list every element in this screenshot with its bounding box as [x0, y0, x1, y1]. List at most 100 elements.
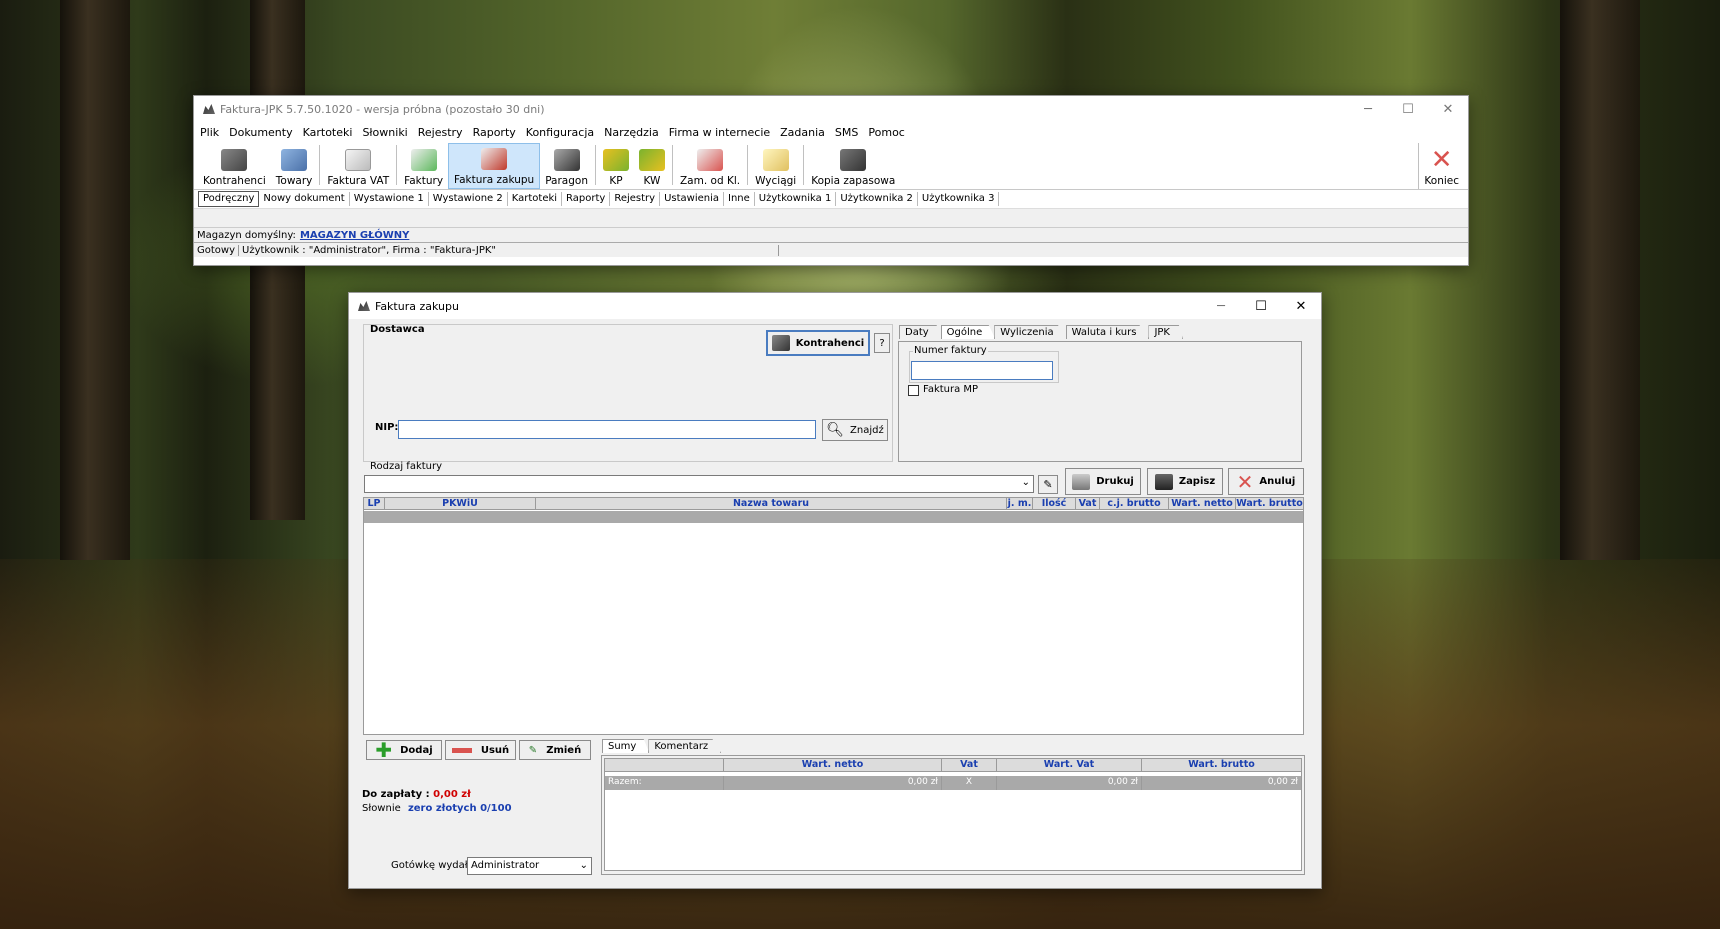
- people-icon: [771, 335, 790, 351]
- invoice-pen-icon: [345, 149, 372, 171]
- to-pay-row: Do zapłaty : 0,00 zł: [362, 789, 471, 800]
- subtab-kartoteki[interactable]: Kartoteki: [508, 192, 563, 206]
- items-grid: [363, 497, 1304, 735]
- menu-kartoteki[interactable]: Kartoteki: [303, 126, 353, 139]
- col-pkwiu[interactable]: PKWiU: [385, 498, 536, 509]
- subtab-inne[interactable]: Inne: [724, 192, 755, 206]
- faktura-mp-checkbox[interactable]: [908, 385, 919, 396]
- items-grid-row[interactable]: [364, 511, 1303, 523]
- subtab-wystawione-2[interactable]: Wystawione 2: [429, 192, 508, 206]
- plus-icon: ✚: [375, 738, 393, 762]
- items-grid-header: LP PKWiU Nazwa towaru j. m. Ilość Vat c.…: [363, 497, 1304, 510]
- col-ilosc[interactable]: Ilość: [1033, 498, 1076, 509]
- tab-ogolne[interactable]: Ogólne: [940, 325, 996, 339]
- subtab-uzytkownika-1[interactable]: Użytkownika 1: [755, 192, 837, 206]
- toolbar-separator: [396, 145, 398, 185]
- tool-towary[interactable]: Towary: [271, 143, 318, 189]
- tool-kontrahenci[interactable]: Kontrahenci: [198, 143, 271, 189]
- minimize-button[interactable]: ─: [1201, 293, 1241, 319]
- edit-invoice-type-button[interactable]: ✎: [1038, 475, 1058, 494]
- menu-firma[interactable]: Firma w internecie: [669, 126, 770, 139]
- menu-slowniki[interactable]: Słowniki: [362, 126, 407, 139]
- tab-daty[interactable]: Daty: [899, 325, 942, 339]
- sums-col-netto: Wart. netto: [724, 759, 942, 771]
- main-titlebar: Faktura-JPK 5.7.50.1020 - wersja próbna …: [194, 96, 1468, 122]
- menu-dokumenty[interactable]: Dokumenty: [229, 126, 292, 139]
- tool-kw[interactable]: KW: [634, 143, 670, 189]
- subtab-uzytkownika-3[interactable]: Użytkownika 3: [918, 192, 1000, 206]
- tool-faktury[interactable]: Faktury: [399, 143, 448, 189]
- menu-plik[interactable]: Plik: [200, 126, 219, 139]
- tool-kopia-zapasowa[interactable]: Kopia zapasowa: [806, 143, 900, 189]
- tool-faktura-zakupu[interactable]: Faktura zakupu: [448, 143, 541, 189]
- menu-pomoc[interactable]: Pomoc: [868, 126, 904, 139]
- tool-koniec[interactable]: ✕ Koniec: [1418, 143, 1464, 189]
- purchase-invoice-icon: [481, 148, 508, 170]
- people-icon: [221, 149, 248, 171]
- change-item-button[interactable]: ✎ Zmień: [519, 740, 591, 760]
- print-button[interactable]: Drukuj: [1065, 468, 1141, 495]
- invoice-number-input[interactable]: [911, 361, 1053, 380]
- menu-narzedzia[interactable]: Narzędzia: [604, 126, 659, 139]
- faktura-mp-label: Faktura MP: [923, 384, 979, 395]
- cash-label: Gotówkę wydał: [391, 860, 468, 871]
- close-button[interactable]: ✕: [1281, 293, 1321, 319]
- menu-sms[interactable]: SMS: [835, 126, 858, 139]
- cash-select[interactable]: Administrator ⌄: [467, 857, 592, 875]
- maximize-button[interactable]: ☐: [1241, 293, 1281, 319]
- exit-x-icon: ✕: [1430, 145, 1453, 175]
- subtab-raporty[interactable]: Raporty: [562, 192, 611, 206]
- col-cj-brutto[interactable]: c.j. brutto: [1100, 498, 1169, 509]
- tab-waluta-i-kurs[interactable]: Waluta i kurs: [1065, 325, 1150, 339]
- col-wart-brutto[interactable]: Wart. brutto: [1236, 498, 1303, 509]
- tab-sumy[interactable]: Sumy: [602, 739, 650, 753]
- tab-komentarz[interactable]: Komentarz: [648, 739, 722, 753]
- col-lp[interactable]: LP: [364, 498, 385, 509]
- menu-raporty[interactable]: Raporty: [473, 126, 516, 139]
- subtab-ustawienia[interactable]: Ustawienia: [660, 192, 725, 206]
- contractors-button[interactable]: Kontrahenci: [766, 330, 870, 356]
- sums-col-brutto: Wart. brutto: [1188, 759, 1255, 770]
- tool-zam-od-kl[interactable]: Zam. od Kl.: [675, 143, 745, 189]
- tab-wyliczenia[interactable]: Wyliczenia: [994, 325, 1067, 339]
- tab-jpk[interactable]: JPK: [1148, 325, 1183, 339]
- help-button[interactable]: ?: [874, 333, 890, 353]
- cancel-button[interactable]: ✕ Anuluj: [1228, 468, 1304, 495]
- warehouse-bar: Magazyn domyślny: MAGAZYN GŁÓWNY: [194, 227, 1468, 242]
- subtab-rejestry[interactable]: Rejestry: [610, 192, 661, 206]
- warehouse-link[interactable]: MAGAZYN GŁÓWNY: [300, 230, 409, 241]
- minimize-button[interactable]: ─: [1348, 96, 1388, 122]
- to-pay-label: Do zapłaty :: [362, 789, 430, 800]
- invoice-number-label: Numer faktury: [913, 345, 988, 356]
- toolbar-separator: [594, 145, 596, 185]
- sums-row: Razem: 0,00 zł X 0,00 zł 0,00 zł: [605, 776, 1301, 790]
- subtab-nowy-dokument[interactable]: Nowy dokument: [259, 192, 350, 206]
- subtab-podreczny[interactable]: Podręczny: [198, 191, 260, 207]
- col-nazwa-towaru[interactable]: Nazwa towaru: [536, 498, 1007, 509]
- col-jm[interactable]: j. m.: [1007, 498, 1033, 509]
- menu-rejestry[interactable]: Rejestry: [418, 126, 463, 139]
- find-button[interactable]: 🔍︎ Znajdź: [822, 419, 888, 441]
- tool-wyciagi[interactable]: Wyciągi: [750, 143, 801, 189]
- remove-item-button[interactable]: Usuń: [445, 740, 516, 760]
- menu-zadania[interactable]: Zadania: [780, 126, 825, 139]
- status-user: Użytkownik : "Administrator", Firma : "F…: [239, 244, 780, 256]
- invoice-type-select[interactable]: ⌄: [364, 475, 1034, 493]
- tool-kp[interactable]: KP: [598, 143, 634, 189]
- nip-input[interactable]: [398, 420, 816, 439]
- subtab-uzytkownika-2[interactable]: Użytkownika 2: [836, 192, 918, 206]
- subtab-wystawione-1[interactable]: Wystawione 1: [350, 192, 429, 206]
- app-icon: [358, 301, 370, 311]
- col-vat[interactable]: Vat: [1076, 498, 1100, 509]
- col-wart-netto[interactable]: Wart. netto: [1169, 498, 1236, 509]
- close-button[interactable]: ✕: [1428, 96, 1468, 122]
- chevron-down-icon: ⌄: [579, 860, 588, 871]
- sums-row-label: Razem:: [605, 776, 724, 790]
- cash-register-icon: [553, 149, 580, 171]
- tool-faktura-vat[interactable]: Faktura VAT: [322, 143, 394, 189]
- maximize-button[interactable]: ☐: [1388, 96, 1428, 122]
- tool-paragon[interactable]: Paragon: [540, 143, 593, 189]
- menu-konfiguracja[interactable]: Konfiguracja: [526, 126, 594, 139]
- save-button[interactable]: Zapisz: [1147, 468, 1223, 495]
- add-item-button[interactable]: ✚ Dodaj: [366, 740, 442, 760]
